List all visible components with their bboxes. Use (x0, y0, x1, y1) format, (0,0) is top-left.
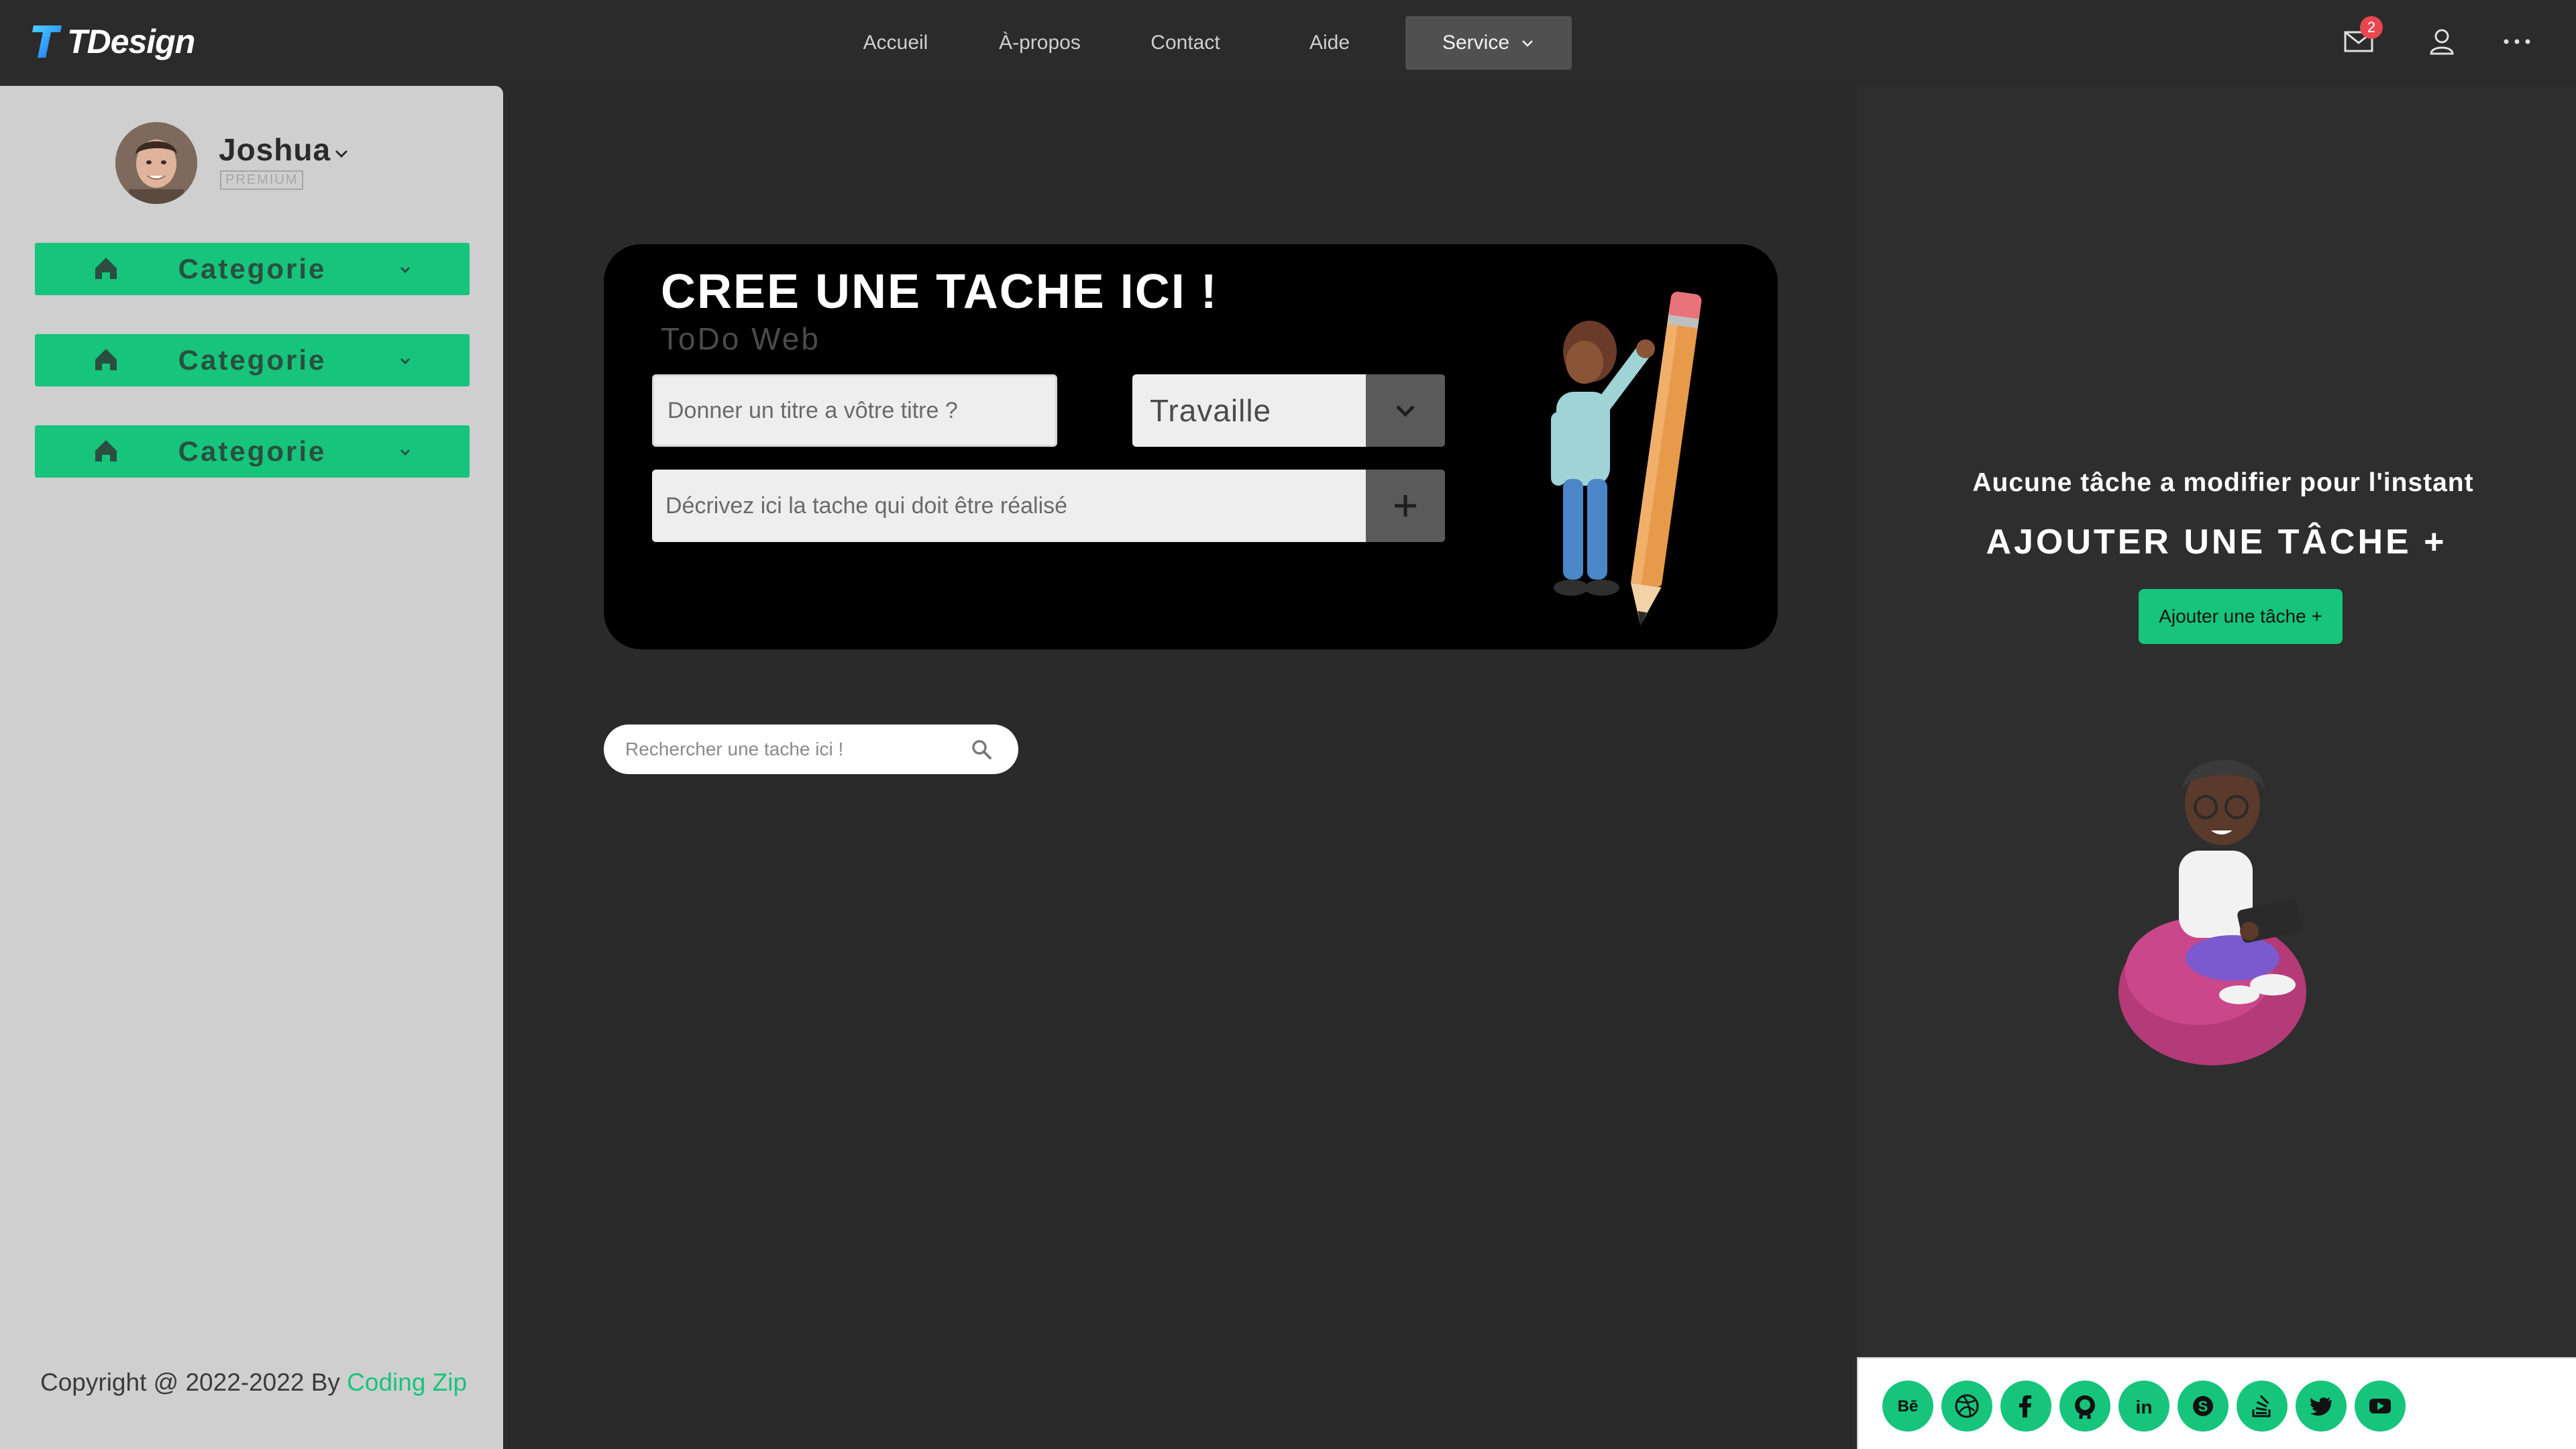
add-task-heading: AJOUTER UNE TÂCHE + (1986, 523, 2447, 561)
sidebar: Joshua PREMIUM Categorie Categorie Categ… (0, 86, 503, 1449)
service-dropdown-button[interactable]: Service (1405, 16, 1572, 70)
nav-item-aide[interactable]: Aide (1289, 27, 1370, 59)
mail-badge: 2 (2360, 16, 2383, 39)
page-title: CREE UNE TACHE ICI ! (661, 265, 1218, 319)
dribbble-icon[interactable] (1941, 1381, 1992, 1432)
task-description-field (652, 470, 1445, 542)
category-button-3[interactable]: Categorie (35, 425, 470, 478)
top-navbar: TDesign Accueil À-propos Contact Aide Se… (0, 0, 2576, 86)
svg-text:Bē: Bē (1898, 1397, 1919, 1415)
search-input[interactable] (624, 724, 959, 774)
search-icon[interactable] (970, 738, 993, 761)
edit-task-panel: Aucune tâche a modifier pour l'instant A… (1857, 86, 2576, 1357)
copyright: Copyright @ 2022-2022 By Coding Zip (40, 1368, 467, 1397)
user-name[interactable]: Joshua (219, 131, 331, 168)
category-button-2[interactable]: Categorie (35, 334, 470, 386)
youtube-icon-glyph (2369, 1399, 2391, 1413)
search-bar (604, 724, 1018, 774)
category-button-1[interactable]: Categorie (35, 243, 470, 295)
add-task-button[interactable] (1366, 470, 1445, 542)
facebook-icon-glyph (2019, 1395, 2031, 1417)
svg-text:in: in (2136, 1397, 2153, 1417)
tdesign-logo-icon (32, 25, 62, 58)
linkedin-icon[interactable]: in (2118, 1381, 2169, 1432)
linkedin-icon-glyph: in (2136, 1397, 2153, 1417)
premium-badge: PREMIUM (220, 170, 304, 190)
character-with-pencil-illustration (1551, 291, 1702, 625)
chevron-down-icon (400, 266, 411, 274)
twitter-icon[interactable] (2296, 1381, 2347, 1432)
nav-item-accueil[interactable]: Accueil (852, 27, 939, 59)
chevron-down-icon (400, 449, 411, 456)
skype-icon-glyph: S (2193, 1396, 2213, 1416)
avatar-image (115, 122, 197, 204)
twitter-icon-glyph (2310, 1397, 2332, 1416)
chevron-down-icon (1522, 40, 1533, 47)
youtube-icon[interactable] (2355, 1381, 2406, 1432)
character-sitting-illustration (2118, 760, 2306, 1065)
chevron-down-icon (1396, 405, 1415, 417)
service-label: Service (1442, 32, 1510, 54)
social-links-bar: Bē in S (1857, 1357, 2576, 1449)
task-description-input[interactable] (652, 470, 1366, 542)
category-select[interactable]: Travaille (1132, 374, 1445, 447)
behance-icon[interactable]: Bē (1882, 1381, 1933, 1432)
nav-item-contact[interactable]: Contact (1142, 27, 1229, 59)
page-subtitle: ToDo Web (661, 321, 820, 356)
nav-item-a-propos[interactable]: À-propos (993, 27, 1087, 59)
empty-state-message: Aucune tâche a modifier pour l'instant (1972, 468, 2474, 497)
stackoverflow-icon-glyph (2252, 1395, 2271, 1417)
create-task-card: CREE UNE TACHE ICI ! ToDo Web Travaille (604, 244, 1778, 649)
chevron-down-icon[interactable] (331, 144, 352, 164)
facebook-icon[interactable] (2000, 1381, 2051, 1432)
chevron-down-icon (400, 358, 411, 365)
github-icon[interactable] (2059, 1381, 2110, 1432)
dribbble-icon-glyph (1955, 1394, 1979, 1418)
skype-icon[interactable]: S (2178, 1381, 2229, 1432)
svg-text:S: S (2198, 1398, 2208, 1415)
behance-icon-glyph: Bē (1898, 1397, 1919, 1415)
stackoverflow-icon[interactable] (2237, 1381, 2288, 1432)
github-icon-glyph (2075, 1395, 2095, 1419)
logo-text: TDesign (67, 23, 195, 60)
user-icon[interactable] (2423, 23, 2461, 60)
app-logo[interactable]: TDesign (31, 20, 195, 63)
plus-icon (1395, 495, 1416, 517)
more-icon[interactable] (2498, 23, 2536, 60)
category-select-value: Travaille (1150, 393, 1272, 428)
task-title-input[interactable] (652, 374, 1057, 447)
avatar[interactable] (115, 122, 197, 204)
category-select-toggle[interactable] (1366, 374, 1445, 447)
add-task-button-secondary[interactable]: Ajouter une tâche + (2139, 589, 2343, 644)
copyright-text: Copyright @ 2022-2022 By (40, 1368, 347, 1396)
copyright-link[interactable]: Coding Zip (347, 1368, 467, 1396)
